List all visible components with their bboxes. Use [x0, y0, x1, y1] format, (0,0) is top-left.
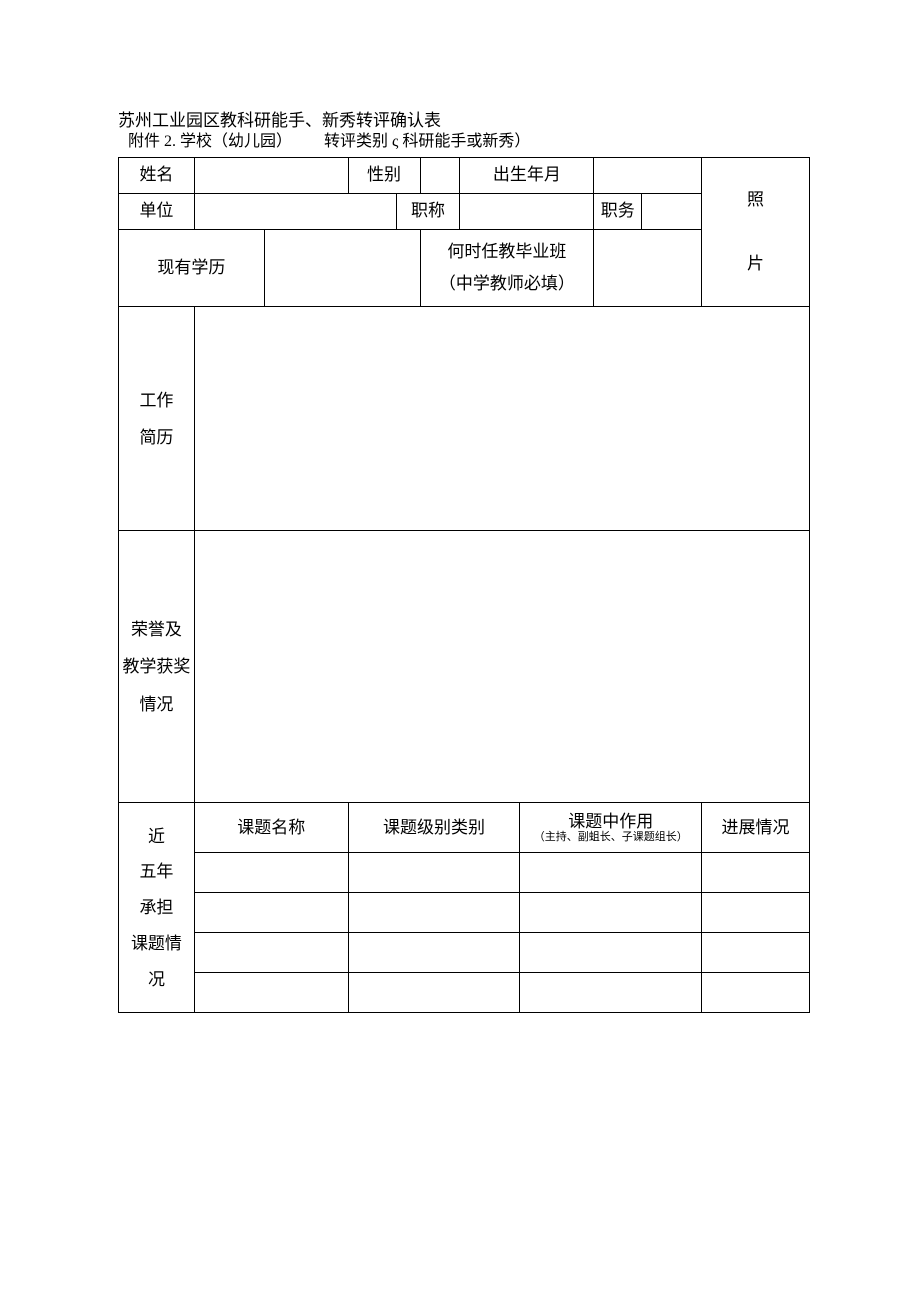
photo-placeholder: 照 片 [702, 157, 810, 307]
value-grad-class [594, 229, 702, 307]
col-kt-level: 课题级别类别 [348, 803, 520, 853]
label-work-history: 工作 简历 [119, 307, 195, 531]
table-row [119, 933, 810, 973]
label-name: 姓名 [119, 157, 195, 193]
label-recent5: 近 五年 承担 课题情 况 [119, 803, 195, 1013]
label-grad-class-line2: （中学教师必填） [439, 274, 575, 293]
label-work-history-l1: 工作 [139, 391, 173, 410]
col-kt-role-main: 课题中作用 [568, 812, 653, 831]
col-kt-name: 课题名称 [194, 803, 348, 853]
label-recent5-l4: 课题情 [131, 934, 182, 953]
table-row [119, 853, 810, 893]
value-birth [594, 157, 702, 193]
table-row [119, 893, 810, 933]
value-unit [194, 193, 396, 229]
label-recent5-l1: 近 [148, 827, 165, 846]
label-birth: 出生年月 [460, 157, 594, 193]
label-recent5-l2: 五年 [139, 862, 173, 881]
label-honors: 荣誉及 教学获奖 情况 [119, 531, 195, 803]
value-gender [420, 157, 460, 193]
col-kt-progress: 进展情况 [702, 803, 810, 853]
value-honors [194, 531, 809, 803]
label-work-history-l2: 简历 [139, 428, 173, 447]
photo-label-top: 照 [747, 188, 764, 212]
confirmation-form-table: 姓名 性别 出生年月 照 片 单位 职称 职务 现有学历 [118, 157, 810, 1014]
document-subtitle: 附件 2. 学校（幼儿园） 转评类别 ς 科研能手或新秀） [128, 132, 810, 153]
label-honors-l1: 荣誉及 [131, 620, 182, 639]
label-honors-l2: 教学获奖 [122, 657, 190, 676]
value-post [642, 193, 702, 229]
label-post: 职务 [594, 193, 642, 229]
value-name [194, 157, 348, 193]
label-unit: 单位 [119, 193, 195, 229]
photo-label-bottom: 片 [747, 252, 764, 276]
label-recent5-l3: 承担 [139, 898, 173, 917]
label-title-rank: 职称 [396, 193, 460, 229]
label-honors-l3: 情况 [139, 695, 173, 714]
label-education: 现有学历 [119, 229, 265, 307]
label-grad-class-line1: 何时任教毕业班 [447, 242, 566, 261]
label-grad-class: 何时任教毕业班 （中学教师必填） [420, 229, 594, 307]
col-kt-role-sub: （主持、副蛆长、子课题组长） [520, 831, 701, 843]
document-title: 苏州工业园区教科研能手、新秀转评确认表 [118, 110, 810, 132]
label-recent5-l5: 况 [148, 970, 165, 989]
label-gender: 性别 [348, 157, 420, 193]
value-title-rank [460, 193, 594, 229]
value-work-history [194, 307, 809, 531]
table-row [119, 973, 810, 1013]
value-education [264, 229, 420, 307]
col-kt-role: 课题中作用 （主持、副蛆长、子课题组长） [520, 803, 702, 853]
